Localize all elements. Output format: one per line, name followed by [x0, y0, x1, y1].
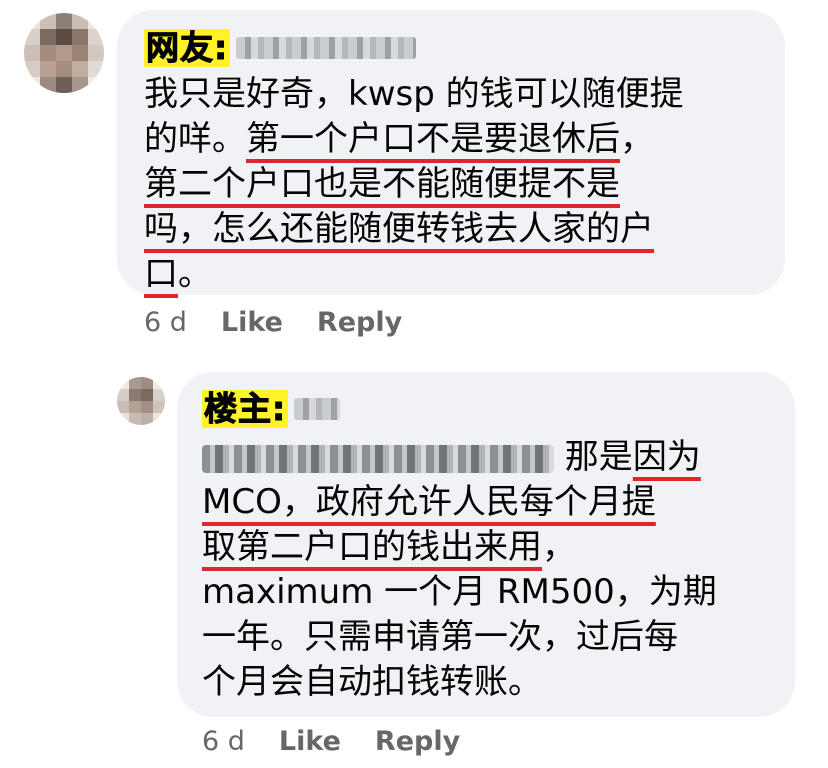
text-segment: 的咩。 — [144, 119, 246, 159]
text-segment: 个月会自动扣钱转账。 — [202, 662, 542, 702]
reply-button[interactable]: Reply — [375, 726, 460, 757]
text-segment: ， — [620, 119, 654, 159]
text-line: 的咩。第一个户口不是要退休后， — [144, 117, 684, 162]
text-line: 我只是好奇，kwsp 的钱可以随便提 — [144, 72, 684, 117]
comment-actions: 6 d Like Reply — [144, 305, 402, 339]
text-segment: ， — [542, 527, 576, 567]
text-segment: maximum 一个月 RM500，为期 — [202, 572, 717, 612]
reply-author-avatar[interactable] — [117, 377, 165, 425]
comment-text: 我只是好奇，kwsp 的钱可以随便提 的咩。第一个户口不是要退休后， 第二个户口也是… — [144, 72, 684, 297]
underlined-text: 取第二户口的钱出来用 — [202, 527, 542, 567]
reply-text: 那是因为 MCO，政府允许人民每个月提 取第二户口的钱出来用， maximum 一个月… — [202, 435, 717, 705]
commenter-tag: 网友: — [144, 28, 231, 67]
text-line: 个月会自动扣钱转账。 — [202, 660, 717, 705]
text-line: 那是因为 — [202, 435, 717, 480]
reply-timestamp[interactable]: 6 d — [202, 726, 245, 757]
text-segment: 一年。只需申请第一次，过后每 — [202, 617, 678, 657]
reply-author-tag: 楼主: — [202, 389, 289, 428]
text-line: 取第二户口的钱出来用， — [202, 525, 717, 570]
like-button[interactable]: Like — [279, 726, 341, 757]
underlined-text: 第二个户口也是不能随便提不是 — [144, 164, 620, 204]
like-button[interactable]: Like — [221, 307, 283, 338]
commenter-avatar[interactable] — [24, 13, 104, 93]
text-segment: 我只是好奇，kwsp 的钱可以随便提 — [144, 74, 684, 114]
text-segment: 。 — [178, 254, 212, 294]
text-line: 一年。只需申请第一次，过后每 — [202, 615, 717, 660]
comment-timestamp[interactable]: 6 d — [144, 307, 187, 338]
underlined-text: MCO，政府允许人民每个月提 — [202, 482, 656, 522]
text-line: 口。 — [144, 252, 684, 297]
text-line: 第二个户口也是不能随便提不是 — [144, 162, 684, 207]
blurred-mentioned-name[interactable] — [202, 444, 554, 473]
underlined-text: 第一个户口不是要退休后 — [246, 119, 620, 159]
underlined-text: 吗，怎么还能随便转钱去人家的户 — [144, 209, 654, 249]
text-line: MCO，政府允许人民每个月提 — [202, 480, 717, 525]
reply-actions: 6 d Like Reply — [202, 724, 460, 758]
reply-button[interactable]: Reply — [317, 307, 402, 338]
underlined-text: 因为 — [632, 437, 701, 477]
blurred-commenter-name — [236, 37, 417, 59]
commenter-name-row[interactable]: 网友: — [144, 28, 417, 68]
reply-author-name-row[interactable]: 楼主: — [202, 389, 341, 429]
text-segment: 那是 — [554, 437, 633, 477]
text-line: maximum 一个月 RM500，为期 — [202, 570, 717, 615]
underlined-text: 口 — [144, 254, 178, 294]
blurred-reply-author-name — [294, 398, 341, 420]
text-line: 吗，怎么还能随便转钱去人家的户 — [144, 207, 684, 252]
